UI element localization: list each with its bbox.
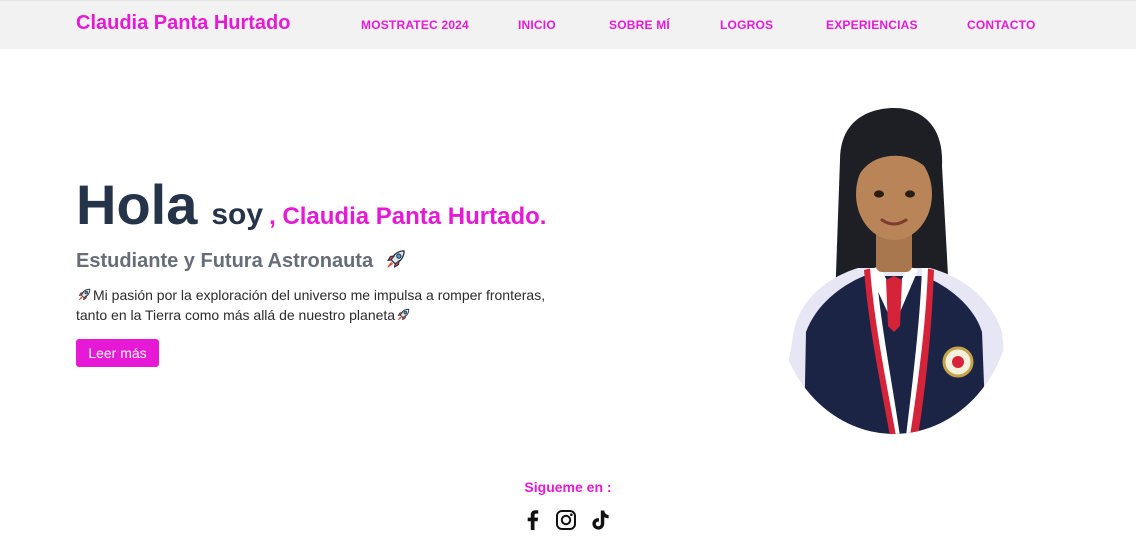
- nav-inicio[interactable]: INICIO: [518, 18, 556, 32]
- profile-photo: [776, 100, 1012, 434]
- hero-greeting: Hola: [76, 173, 198, 236]
- rocket-icon: [383, 246, 409, 272]
- facebook-icon[interactable]: [521, 508, 545, 532]
- nav-menu: MOSTRATEC 2024 INICIO SOBRE MÍ LOGROS EX…: [0, 18, 1136, 34]
- hero-soy: soy: [211, 198, 264, 231]
- rocket-icon: [395, 306, 412, 323]
- read-more-button[interactable]: Leer más: [76, 339, 159, 367]
- nav-sobre-mi[interactable]: SOBRE MÍ: [609, 18, 670, 32]
- hero-description: Mi pasión por la exploración del univers…: [76, 285, 576, 325]
- nav-mostratec[interactable]: MOSTRATEC 2024: [361, 18, 469, 32]
- rocket-icon: [76, 286, 93, 303]
- instagram-icon[interactable]: [554, 508, 578, 532]
- hero-name: , Claudia Panta Hurtado.: [269, 203, 547, 230]
- nav-contacto[interactable]: CONTACTO: [967, 18, 1036, 32]
- hero-description-text: Mi pasión por la exploración del univers…: [76, 287, 546, 323]
- nav-experiencias[interactable]: EXPERIENCIAS: [826, 18, 918, 32]
- follow-label: Sigueme en :: [524, 479, 612, 495]
- hero-title: Hola soy, Claudia Panta Hurtado.: [76, 172, 546, 237]
- tiktok-icon[interactable]: [588, 508, 612, 532]
- nav-logros[interactable]: LOGROS: [720, 18, 773, 32]
- hero-subtitle-text: Estudiante y Futura Astronauta: [76, 250, 374, 272]
- hero-subtitle: Estudiante y Futura Astronauta: [76, 246, 409, 273]
- navbar: Claudia Panta Hurtado MOSTRATEC 2024 INI…: [0, 0, 1136, 49]
